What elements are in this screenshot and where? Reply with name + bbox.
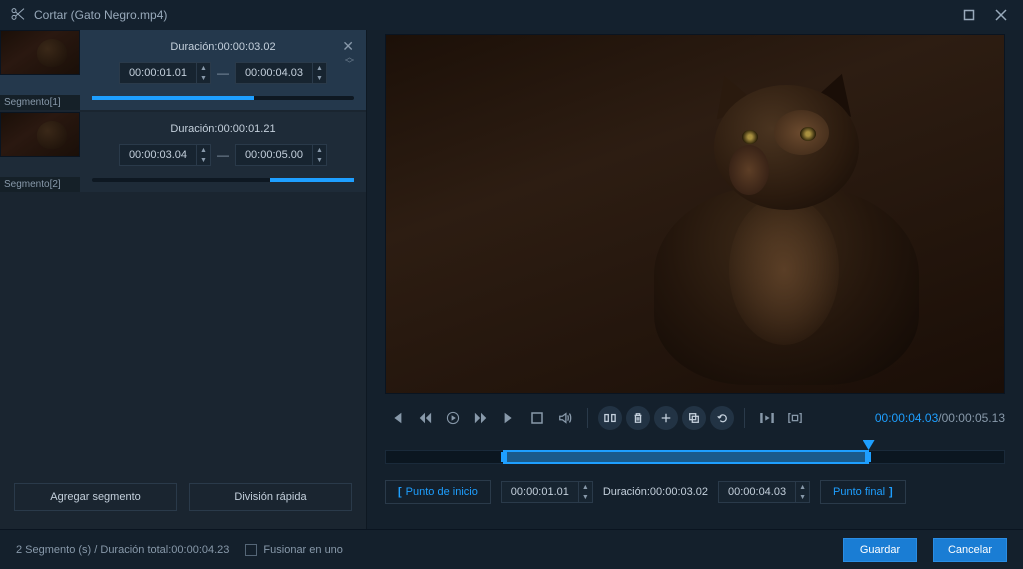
undo-icon[interactable] bbox=[710, 406, 734, 430]
bracket-play-icon[interactable] bbox=[755, 406, 779, 430]
current-time: 00:00:04.03 bbox=[875, 411, 938, 425]
segment-label: Segmento[2] bbox=[0, 177, 80, 192]
bottom-bar: 2 Segmento (s) / Duración total:00:00:04… bbox=[0, 529, 1023, 569]
rewind-icon[interactable] bbox=[413, 406, 437, 430]
segment-track[interactable] bbox=[92, 178, 354, 182]
save-button[interactable]: Guardar bbox=[843, 538, 917, 562]
segment-end-field[interactable]: ▲▼ bbox=[235, 62, 327, 84]
play-icon[interactable] bbox=[441, 406, 465, 430]
segment-thumbnail[interactable] bbox=[0, 112, 80, 157]
up-icon[interactable]: ▲ bbox=[196, 145, 210, 155]
playback-timecode: 00:00:04.03/00:00:05.13 bbox=[875, 411, 1005, 425]
window-title: Cortar (Gato Negro.mp4) bbox=[34, 8, 949, 22]
set-end-button[interactable]: Punto final] bbox=[820, 480, 906, 504]
up-icon[interactable]: ▲ bbox=[196, 63, 210, 73]
volume-icon[interactable] bbox=[553, 406, 577, 430]
segment-track[interactable] bbox=[92, 96, 354, 100]
segment-start-field[interactable]: ▲▼ bbox=[119, 62, 211, 84]
segments-actions: Agregar segmento División rápida bbox=[0, 465, 366, 529]
range-start-input[interactable] bbox=[502, 486, 578, 498]
skip-start-icon[interactable] bbox=[385, 406, 409, 430]
bracket-stop-icon[interactable] bbox=[783, 406, 807, 430]
segments-list: Segmento[1] Duración:00:00:03.02 ✕︿﹀ ▲▼ … bbox=[0, 30, 366, 465]
segment-end-input[interactable] bbox=[236, 67, 312, 79]
title-bar: Cortar (Gato Negro.mp4) bbox=[0, 0, 1023, 30]
down-icon[interactable]: ▼ bbox=[795, 492, 809, 502]
merge-checkbox[interactable]: Fusionar en uno bbox=[245, 544, 343, 556]
segment-label: Segmento[1] bbox=[0, 95, 80, 110]
segments-panel: Segmento[1] Duración:00:00:03.02 ✕︿﹀ ▲▼ … bbox=[0, 30, 367, 529]
cancel-button[interactable]: Cancelar bbox=[933, 538, 1007, 562]
timeline[interactable] bbox=[385, 444, 1005, 466]
app-window: Cortar (Gato Negro.mp4) Segmento[1] Dura… bbox=[0, 0, 1023, 569]
set-start-button[interactable]: [Punto de inicio bbox=[385, 480, 491, 504]
forward-icon[interactable] bbox=[469, 406, 493, 430]
down-icon[interactable]: ▼ bbox=[312, 155, 326, 165]
up-icon[interactable]: ▲ bbox=[312, 63, 326, 73]
segment-item[interactable]: Segmento[2] Duración:00:00:01.21 ▲▼ — ▲▼ bbox=[0, 112, 366, 192]
range-start-field[interactable]: ▲▼ bbox=[501, 481, 593, 503]
main-content: Segmento[1] Duración:00:00:03.02 ✕︿﹀ ▲▼ … bbox=[0, 30, 1023, 529]
range-duration: Duración:00:00:03.02 bbox=[603, 486, 708, 498]
merge-label: Fusionar en uno bbox=[263, 544, 343, 556]
stop-icon[interactable] bbox=[525, 406, 549, 430]
segment-start-input[interactable] bbox=[120, 67, 196, 79]
segment-thumbnail[interactable] bbox=[0, 30, 80, 75]
down-icon[interactable]: ▼ bbox=[578, 492, 592, 502]
segment-start-input[interactable] bbox=[120, 149, 196, 161]
copy-icon[interactable] bbox=[682, 406, 706, 430]
segment-start-field[interactable]: ▲▼ bbox=[119, 144, 211, 166]
range-end-field[interactable]: ▲▼ bbox=[718, 481, 810, 503]
close-button[interactable] bbox=[989, 5, 1013, 25]
down-icon[interactable]: ▼ bbox=[196, 73, 210, 83]
skip-end-icon[interactable] bbox=[497, 406, 521, 430]
dash: — bbox=[217, 66, 229, 80]
segment-item[interactable]: Segmento[1] Duración:00:00:03.02 ✕︿﹀ ▲▼ … bbox=[0, 30, 366, 110]
up-icon[interactable]: ▲ bbox=[312, 145, 326, 155]
divider bbox=[587, 408, 588, 428]
segment-duration: Duración:00:00:03.02 bbox=[170, 41, 275, 53]
up-icon[interactable]: ▲ bbox=[578, 482, 592, 492]
playback-controls: 00:00:04.03/00:00:05.13 bbox=[385, 402, 1005, 434]
down-icon[interactable]: ▼ bbox=[196, 155, 210, 165]
segment-duration: Duración:00:00:01.21 bbox=[170, 123, 275, 135]
preview-panel: 00:00:04.03/00:00:05.13 [Punto de inicio… bbox=[367, 30, 1023, 529]
segment-end-input[interactable] bbox=[236, 149, 312, 161]
add-segment-button[interactable]: Agregar segmento bbox=[14, 483, 177, 511]
playhead-icon[interactable] bbox=[863, 440, 875, 450]
scissors-icon bbox=[10, 6, 26, 25]
up-icon[interactable]: ▲ bbox=[795, 482, 809, 492]
range-row: [Punto de inicio ▲▼ Duración:00:00:03.02… bbox=[385, 478, 1005, 506]
maximize-button[interactable] bbox=[957, 5, 981, 25]
video-preview[interactable] bbox=[385, 34, 1005, 394]
timeline-selection[interactable] bbox=[503, 450, 869, 464]
divider bbox=[744, 408, 745, 428]
status-text: 2 Segmento (s) / Duración total:00:00:04… bbox=[16, 544, 229, 556]
add-icon[interactable] bbox=[654, 406, 678, 430]
reorder-icon[interactable]: ︿﹀ bbox=[345, 54, 354, 68]
down-icon[interactable]: ▼ bbox=[312, 73, 326, 83]
checkbox-icon[interactable] bbox=[245, 544, 257, 556]
range-end-input[interactable] bbox=[719, 486, 795, 498]
dash: — bbox=[217, 148, 229, 162]
segment-end-field[interactable]: ▲▼ bbox=[235, 144, 327, 166]
delete-icon[interactable] bbox=[626, 406, 650, 430]
split-icon[interactable] bbox=[598, 406, 622, 430]
quick-split-button[interactable]: División rápida bbox=[189, 483, 352, 511]
segment-range[interactable] bbox=[92, 96, 254, 100]
segment-range[interactable] bbox=[270, 178, 354, 182]
